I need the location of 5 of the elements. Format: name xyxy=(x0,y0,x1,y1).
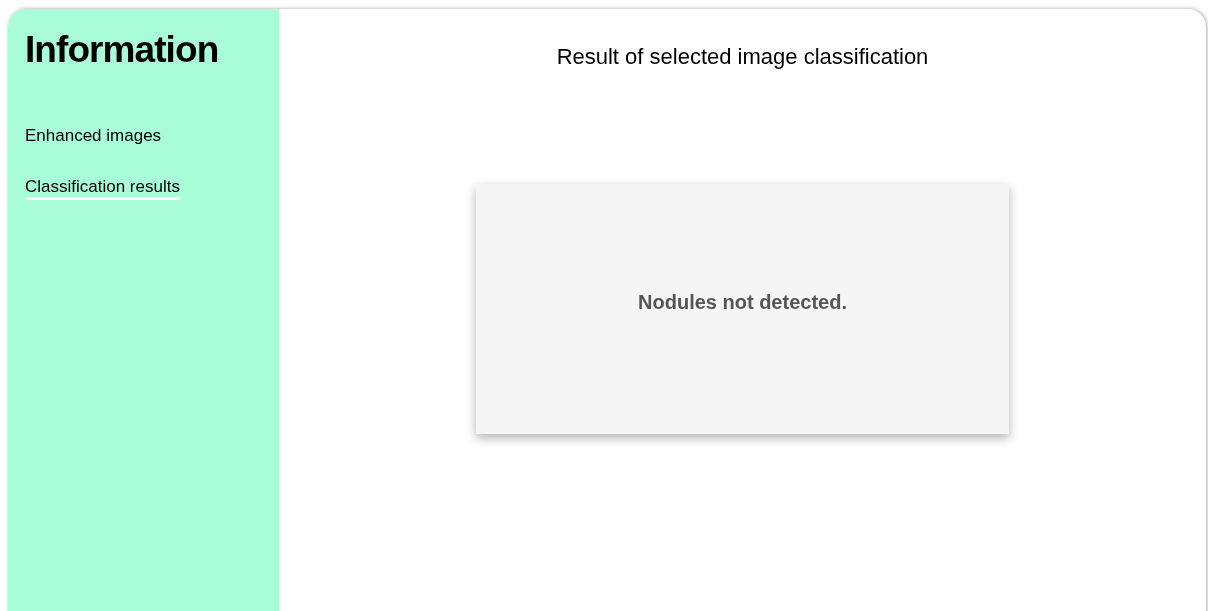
page-heading: Result of selected image classification xyxy=(556,43,929,71)
sidebar-link[interactable]: Classification results xyxy=(25,175,180,200)
sidebar-title: Information xyxy=(25,28,220,72)
sidebar-link[interactable]: Enhanced images xyxy=(25,125,162,150)
result-message: Nodules not detected. xyxy=(638,290,847,315)
